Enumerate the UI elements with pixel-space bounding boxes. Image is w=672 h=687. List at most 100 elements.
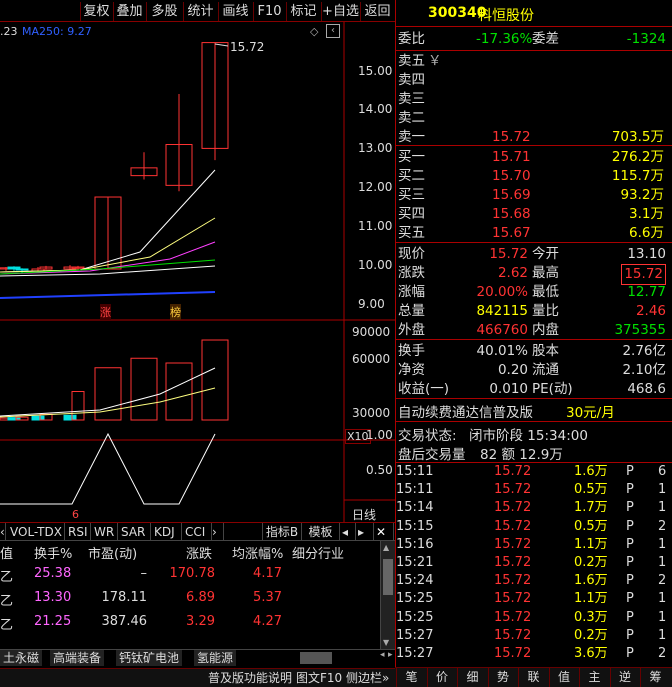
max-price-label: 15.72 — [230, 40, 265, 54]
tab-kdj[interactable]: KDJ — [151, 523, 182, 541]
tab-wr[interactable]: WR — [91, 523, 118, 541]
trade-status-value: 闭市阶段 15:34:00 — [469, 428, 588, 444]
detail-tab[interactable]: 价 — [426, 668, 457, 687]
rank-badge: 榜 — [170, 304, 181, 320]
max-price-pointer — [214, 43, 229, 47]
stock-name: 科恒股份 — [478, 8, 534, 24]
sector-tab[interactable]: 高端装备 — [50, 650, 105, 666]
fund-row: 换手 40.01% 股本 2.76亿 — [398, 342, 668, 361]
add-favorite-button[interactable]: +自选 — [321, 2, 359, 21]
stat-row: 总量 842115 量比 2.46 — [398, 302, 668, 321]
table-cell: 13.30 — [34, 590, 72, 605]
indicator-b-button[interactable]: 指标B — [262, 523, 302, 541]
table-scrollbar[interactable]: ▲ ▼ — [380, 541, 395, 649]
tick-row: 15:15 15.72 0.5万 P 2 — [396, 518, 672, 536]
multi-stock-button[interactable]: 多股 — [146, 2, 182, 21]
fund-row: 净资 0.20 流通 2.10亿 — [398, 361, 668, 380]
sector-tab[interactable]: 土永磁 — [0, 650, 43, 666]
sector-scroll-right-icon[interactable]: ▸ — [388, 650, 393, 660]
sidebar-toggle[interactable]: 图文F10 侧边栏» — [296, 669, 389, 686]
tick-row: 15:24 15.72 1.6万 P 2 — [396, 572, 672, 590]
period-label[interactable]: 日线 — [352, 506, 376, 523]
stat-value: 375355 — [614, 322, 666, 338]
buy-volume: 276.2万 — [611, 149, 664, 165]
stat-value: 2.62 — [497, 265, 528, 281]
detail-tab[interactable]: 逆 — [609, 668, 640, 687]
tick-side: P — [626, 609, 634, 625]
tick-side: P — [626, 464, 634, 479]
sell-level-2: 卖二 — [398, 109, 668, 128]
table-cell: 387.46 — [101, 614, 148, 629]
kline-chart[interactable] — [0, 22, 395, 522]
tick-price: 15.72 — [494, 555, 532, 570]
fund-value: 468.6 — [627, 381, 666, 397]
indicator-marker: 6 — [72, 508, 79, 521]
tick-row: 15:21 15.72 0.2万 P 1 — [396, 554, 672, 572]
detail-tab[interactable]: 细 — [457, 668, 487, 687]
detail-tab[interactable]: 筹 — [640, 668, 670, 687]
detail-tab[interactable]: 笔 — [396, 668, 426, 687]
sector-tab[interactable]: 钙钛矿电池 — [116, 650, 183, 666]
ind-close-icon[interactable]: ✕ — [376, 523, 394, 541]
ind-next-icon[interactable]: ▸ — [358, 523, 374, 541]
diamond-icon[interactable]: ◇ — [310, 25, 318, 38]
col-header[interactable]: 值 — [0, 543, 13, 562]
stat-label: 总量 — [398, 303, 425, 319]
f10-button[interactable]: F10 — [253, 2, 285, 21]
detail-tab[interactable]: 势 — [487, 668, 518, 687]
price-tick: 13.00 — [358, 141, 393, 155]
tick-price: 15.72 — [494, 573, 532, 589]
volume-tick: 30000 — [352, 406, 391, 420]
detail-tab[interactable]: 值 — [548, 668, 579, 687]
buy-level-2: 买二 15.70 115.7万 — [398, 167, 668, 186]
tick-count: 1 — [658, 536, 667, 552]
col-header[interactable]: 换手% — [34, 543, 72, 562]
col-header[interactable]: 细分行业 — [292, 543, 344, 562]
tick-row: 15:11 15.72 1.6万 P 6 — [396, 463, 672, 481]
sector-scroll-left-icon[interactable]: ◂ — [380, 650, 385, 660]
tab-rsi[interactable]: RSI — [65, 523, 91, 541]
tab-left-arrow[interactable]: ‹ — [0, 523, 6, 541]
buy-price: 15.67 — [492, 225, 531, 241]
volume-bar — [130, 357, 158, 421]
sell-level-3: 卖三 — [398, 90, 668, 109]
help-link[interactable]: 普及版功能说明 — [208, 669, 292, 686]
col-header[interactable]: 均涨幅% — [232, 543, 283, 562]
detail-tab[interactable]: 主 — [579, 668, 609, 687]
webi-diff-label: 委差 — [532, 31, 559, 47]
sector-scroll-thumb[interactable] — [300, 652, 332, 664]
fund-value: 0.010 — [489, 381, 528, 397]
tick-count: 1 — [658, 627, 667, 643]
ind-prev-icon[interactable]: ◂ — [342, 523, 356, 541]
buy-level-label: 买二 — [398, 168, 425, 184]
detail-tab[interactable]: 联 — [518, 668, 548, 687]
tab-right-arrow[interactable]: › — [212, 523, 224, 541]
tab-cci[interactable]: CCI — [182, 523, 212, 541]
tick-time: 15:27 — [396, 646, 434, 661]
tab-vol-tdx[interactable]: VOL-TDX — [7, 523, 65, 541]
template-button[interactable]: 模板 — [302, 523, 340, 541]
tick-side: P — [626, 646, 634, 661]
tick-price: 15.72 — [494, 464, 532, 479]
stats-button[interactable]: 统计 — [183, 2, 217, 21]
tick-volume: 0.5万 — [574, 482, 608, 498]
tick-count: 1 — [658, 500, 667, 516]
back-button[interactable]: 返回 — [360, 2, 394, 21]
sector-tab[interactable]: 氢能源 — [194, 650, 237, 666]
promo-price[interactable]: 30元/月 — [566, 401, 615, 421]
overlay-button[interactable]: 叠加 — [113, 2, 145, 21]
buy-level-label: 买三 — [398, 187, 425, 203]
tick-price: 15.72 — [494, 627, 532, 643]
tab-sar[interactable]: SAR — [118, 523, 151, 541]
collapse-icon[interactable]: ‹ — [326, 24, 340, 38]
col-header[interactable]: 市盈(动) — [88, 543, 137, 562]
col-header[interactable]: 涨跌 — [186, 543, 212, 562]
promo-text[interactable]: 自动续费通达信普及版 — [398, 401, 533, 421]
draw-line-button[interactable]: 画线 — [218, 2, 252, 21]
stat-label: 外盘 — [398, 322, 425, 338]
yuan-icon: ￥ — [428, 53, 442, 69]
mark-button[interactable]: 标记 — [286, 2, 320, 21]
buy-level-1: 买一 15.71 276.2万 — [398, 148, 668, 167]
fuquan-button[interactable]: 复权 — [80, 2, 112, 21]
tick-side: P — [626, 482, 634, 498]
